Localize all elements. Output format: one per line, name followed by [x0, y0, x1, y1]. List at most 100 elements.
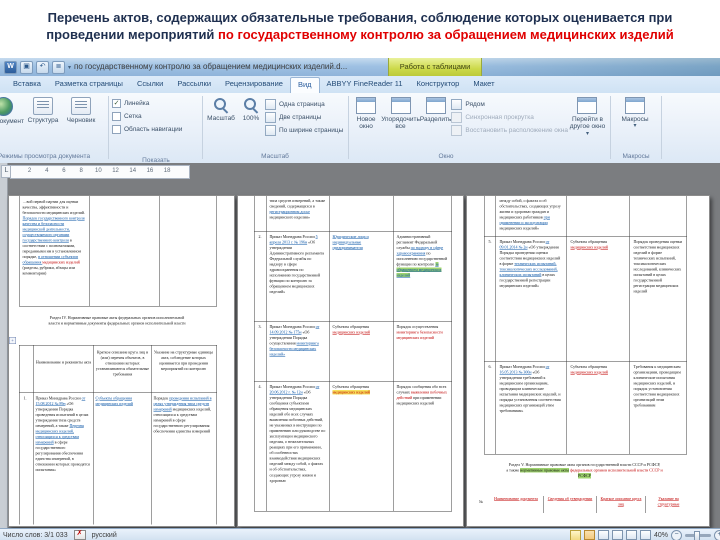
screenshot-root: Перечень актов, содержащих обязательные … [0, 0, 720, 540]
tab-page-layout[interactable]: Разметка страницы [48, 76, 130, 93]
macros-button[interactable]: Макросы ▾ [613, 93, 657, 130]
group-label-views: Режимы просмотра документа [0, 153, 91, 160]
table-border [629, 196, 630, 454]
table-cell: Приказ Минздрава России от 16.05.2013 № … [500, 364, 563, 414]
ribbon-separator [661, 96, 662, 159]
table-cell: Субъекты обращения медицинских изделий [333, 324, 391, 335]
zoom-in-button[interactable]: + [714, 529, 720, 540]
gridlines-checkbox-row[interactable]: Сетка [112, 110, 200, 123]
header-cell: № [479, 499, 483, 505]
draft-view-status-button[interactable] [639, 530, 651, 540]
tab-view[interactable]: Вид [289, 77, 320, 93]
document-page-3[interactable]: между собой, о фактах и об обстоятельств… [466, 195, 710, 527]
new-window-button[interactable]: Новое окно [351, 93, 381, 131]
tab-abbyy[interactable]: ABBYY FineReader 11 [320, 76, 410, 93]
group-document-views: Веб-документ Структура Черновик Режимы п… [0, 93, 106, 161]
ribbon-separator [610, 96, 611, 159]
outline-view-status-button[interactable] [625, 530, 637, 540]
header-cell: Краткое описание круга лиц и (или) переч… [95, 350, 150, 377]
arrange-all-button[interactable]: Упорядочить все [381, 93, 420, 131]
table-border [596, 496, 597, 513]
tab-review[interactable]: Рецензирование [218, 76, 290, 93]
split-label: Разделить [419, 116, 452, 123]
tab-mailings[interactable]: Рассылки [170, 76, 218, 93]
new-window-label: Новое окно [356, 116, 376, 131]
table-continued: …вой первой партии для оценки качества, … [19, 196, 217, 307]
document-page-1[interactable]: …вой первой партии для оценки качества, … [8, 195, 235, 527]
page-width-button[interactable]: По ширине страницы [265, 124, 343, 137]
draft-view-button[interactable]: Черновик [62, 93, 100, 124]
context-tab-table-tools[interactable]: Работа с таблицами [388, 58, 482, 76]
split-icon [425, 97, 446, 114]
table-cell: Юридические лица и индивидуальные предпр… [333, 234, 391, 251]
two-pages-button[interactable]: Две страницы [265, 111, 343, 124]
zoom-slider-thumb[interactable] [694, 530, 700, 540]
cell-text-red: медицинских изделий [42, 260, 80, 265]
proofing-errors-icon[interactable] [73, 529, 86, 540]
web-layout-button[interactable]: Веб-документ [0, 93, 24, 125]
table-border [89, 196, 90, 306]
zoom-level[interactable]: 40% [654, 532, 668, 539]
zoom-out-button[interactable]: − [671, 529, 682, 540]
word-count[interactable]: Число слов: 3/1 033 [3, 532, 68, 539]
word-app-icon[interactable]: W [4, 61, 17, 74]
view-side-by-side-button[interactable]: Рядом [451, 98, 568, 111]
one-page-button[interactable]: Одна страница [265, 98, 343, 111]
ruler-number: 12 [112, 168, 119, 174]
tab-references[interactable]: Ссылки [130, 76, 170, 93]
fullscreen-reading-view-button[interactable] [597, 530, 609, 540]
language-indicator[interactable]: русский [92, 532, 117, 539]
document-page-2[interactable]: типа средств измерений, а также сведений… [237, 195, 464, 527]
cell-link[interactable]: Порядок государственного контроля качест… [23, 216, 85, 243]
list-icon[interactable]: ≣ [52, 61, 65, 74]
cell-link[interactable]: регистрационном досье [270, 210, 310, 215]
cell-text-red: медицинских изделий [570, 245, 608, 250]
checkbox-icon [112, 125, 121, 134]
ribbon-tab-row: Вставка Разметка страницы Ссылки Рассылк… [0, 76, 720, 93]
zoom-slider[interactable] [685, 530, 711, 540]
ribbon-separator [348, 96, 349, 159]
table-border [393, 196, 394, 511]
document-area: L 2 4 6 8 10 12 14 16 18 …вой первой партии для … [0, 163, 720, 528]
macros-icon [625, 97, 645, 114]
macro-status-icon[interactable] [569, 529, 581, 540]
print-layout-view-button[interactable] [583, 530, 595, 540]
row-number: 6. [488, 364, 492, 370]
tab-insert[interactable]: Вставка [6, 76, 48, 93]
table-cell: типа средств измерений, а также сведений… [270, 198, 326, 220]
cell-text: Порядок осуществления [396, 324, 439, 330]
table-cell: между собой, о фактах и об обстоятельств… [500, 198, 563, 231]
navpane-checkbox-row[interactable]: Область навигации [112, 123, 200, 136]
ruler-number: 6 [62, 168, 66, 174]
save-icon[interactable]: ▣ [20, 61, 33, 74]
cell-link[interactable]: Субъекты обращения медицинских изделий [96, 396, 133, 406]
row-number: 3. [258, 324, 262, 330]
cell-text: Субъекты обращения [332, 324, 369, 330]
group-window: Новое окно Упорядочить все Разделить Ряд… [351, 93, 607, 161]
cell-text: медицинского изделия» [269, 215, 310, 220]
ruler-checkbox-row[interactable]: ✓ Линейка [112, 97, 200, 110]
tab-layout[interactable]: Макет [466, 76, 501, 93]
web-layout-label: Веб-документ [0, 118, 24, 125]
table-section4-continued2: между собой, о фактах и об обстоятельств… [484, 196, 687, 455]
switch-windows-button[interactable]: Перейти в другое окно ▾ [568, 93, 607, 138]
qat-dropdown-icon[interactable]: ▾ [68, 64, 71, 71]
outline-view-button[interactable]: Структура [24, 93, 62, 124]
table-border [543, 496, 544, 513]
table-border [93, 345, 94, 525]
zoom-button[interactable]: Масштаб [205, 93, 237, 122]
cell-text: Приказ Минздрава России [269, 384, 316, 390]
table-move-handle[interactable]: + [9, 337, 16, 344]
table-cell: Субъекты обращения медицинских изделий [571, 364, 626, 375]
cell-text: между собой, о фактах и об обстоятельств… [499, 198, 561, 220]
horizontal-ruler[interactable]: 2 4 6 8 10 12 14 16 18 [10, 165, 190, 179]
cell-text: а также [506, 468, 521, 473]
web-layout-view-button[interactable] [611, 530, 623, 540]
undo-icon[interactable]: ↶ [36, 61, 49, 74]
cell-link[interactable]: Юридические лица и индивидуальные предпр… [333, 235, 369, 251]
tab-design[interactable]: Конструктор [410, 76, 467, 93]
split-button[interactable]: Разделить [420, 93, 451, 123]
slide-title-line2: проведении мероприятий по государственно… [0, 26, 720, 43]
zoom-100-button[interactable]: 100% [237, 93, 265, 122]
table-border [159, 196, 160, 306]
